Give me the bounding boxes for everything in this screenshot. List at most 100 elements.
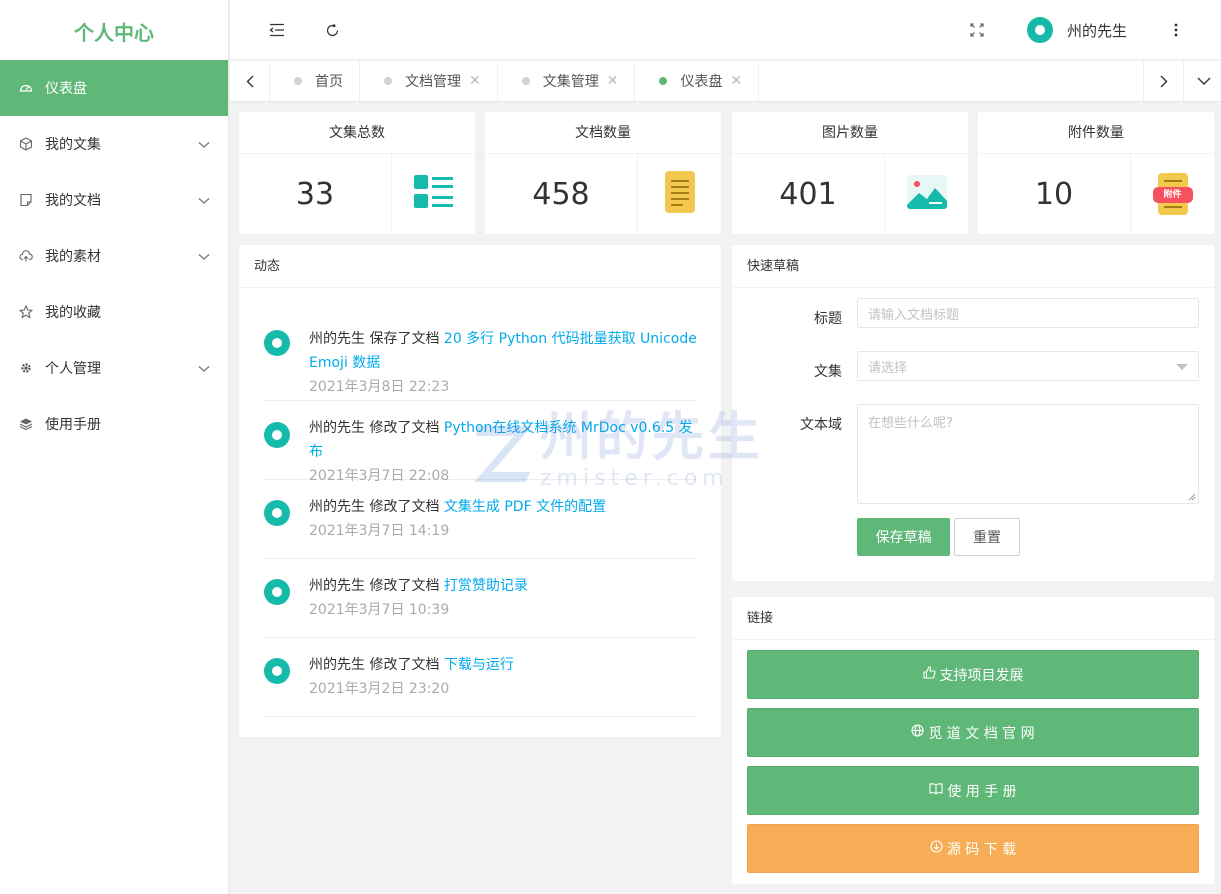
tabs-menu-chevron-down-icon[interactable] bbox=[1183, 61, 1221, 101]
textarea-placeholder: 在想些什么呢? bbox=[868, 416, 953, 431]
download-icon bbox=[930, 840, 943, 857]
activity-time: 2021年3月7日 14:19 bbox=[309, 523, 450, 539]
stat-value: 458 bbox=[532, 176, 590, 212]
gear-icon bbox=[19, 361, 33, 375]
link-label: 使 用 手 册 bbox=[947, 783, 1017, 800]
stat-card-documents: 文档数量 458 bbox=[485, 112, 721, 234]
resize-handle-icon[interactable] bbox=[1188, 493, 1196, 501]
list-item: 州的先生 修改了文档 下载与运行 2021年3月2日 23:20 bbox=[264, 638, 697, 717]
tab-home[interactable]: 首页 bbox=[269, 61, 360, 101]
fullscreen-icon[interactable] bbox=[967, 20, 987, 40]
user-name: 州的先生 bbox=[1067, 21, 1128, 40]
attachment-icon: 附件 bbox=[1152, 173, 1193, 215]
sidebar-item-personal[interactable]: 个人管理 bbox=[0, 340, 228, 396]
refresh-icon[interactable] bbox=[322, 20, 342, 40]
sidebar-item-dashboard[interactable]: 仪表盘 bbox=[0, 60, 228, 116]
activity-link[interactable]: 20 多行 Python 代码批量获取 Unicode Emoji 数据 bbox=[309, 331, 697, 371]
activity-title: 动态 bbox=[239, 245, 721, 288]
avatar bbox=[264, 500, 290, 526]
reset-button[interactable]: 重置 bbox=[954, 518, 1020, 556]
layers-icon bbox=[19, 417, 33, 431]
stat-value: 10 bbox=[1034, 176, 1074, 212]
tab-dashboard[interactable]: 仪表盘 ✕ bbox=[634, 61, 760, 101]
cloud-upload-icon bbox=[19, 249, 33, 263]
sidebar-item-label: 我的文档 bbox=[45, 193, 101, 209]
close-icon[interactable]: ✕ bbox=[607, 73, 619, 89]
sidebar-item-documents[interactable]: 我的文档 bbox=[0, 172, 228, 228]
attachment-badge: 附件 bbox=[1163, 190, 1182, 200]
official-site-button[interactable]: 觅 道 文 档 官 网 bbox=[747, 708, 1199, 757]
close-icon[interactable]: ✕ bbox=[730, 73, 742, 89]
user-menu[interactable]: 州的先生 bbox=[1027, 17, 1127, 43]
sidebar-item-label: 个人管理 bbox=[45, 361, 101, 377]
title-input[interactable]: 请输入文档标题 bbox=[857, 298, 1199, 328]
avatar bbox=[264, 658, 290, 684]
quick-draft-panel: 快速草稿 标题 请输入文档标题 文集 请选择 文本域 在想些什么呢? 保存草稿 … bbox=[732, 245, 1214, 581]
activity-action: 修改了文档 bbox=[369, 578, 440, 594]
stat-title: 图片数量 bbox=[732, 112, 968, 154]
caret-down-icon bbox=[1176, 364, 1188, 370]
activity-user: 州的先生 bbox=[309, 657, 365, 673]
star-icon bbox=[19, 305, 33, 319]
list-item: 州的先生 修改了文档 打赏赞助记录 2021年3月7日 10:39 bbox=[264, 559, 697, 638]
logo: 个人中心 bbox=[74, 21, 154, 45]
tab-dot bbox=[294, 77, 302, 85]
sidebar-item-label: 使用手册 bbox=[45, 417, 101, 433]
quick-draft-title: 快速草稿 bbox=[732, 245, 1214, 288]
activity-link[interactable]: 打赏赞助记录 bbox=[444, 578, 528, 594]
stat-title: 文档数量 bbox=[485, 112, 721, 154]
close-icon[interactable]: ✕ bbox=[469, 73, 481, 89]
tab-collection-management[interactable]: 文集管理 ✕ bbox=[496, 61, 636, 101]
sidebar-item-manual[interactable]: 使用手册 bbox=[0, 396, 228, 452]
tab-label: 仪表盘 bbox=[680, 74, 723, 90]
activity-link[interactable]: 文集生成 PDF 文件的配置 bbox=[444, 499, 606, 515]
source-download-button[interactable]: 源 码 下 载 bbox=[747, 824, 1199, 873]
chevron-down-icon bbox=[198, 137, 210, 153]
tab-list: 首页 文档管理 ✕ 文集管理 ✕ 仪表盘 ✕ bbox=[269, 61, 760, 101]
tab-label: 文集管理 bbox=[542, 74, 599, 90]
textarea-label: 文本域 bbox=[800, 417, 842, 433]
activity-action: 保存了文档 bbox=[369, 331, 440, 347]
collection-select[interactable]: 请选择 bbox=[857, 351, 1199, 381]
stat-card-attachments: 附件数量 10 附件 bbox=[978, 112, 1214, 234]
avatar bbox=[264, 422, 290, 448]
note-icon bbox=[19, 193, 33, 207]
sidebar-item-favorites[interactable]: 我的收藏 bbox=[0, 284, 228, 340]
tab-label: 首页 bbox=[315, 74, 343, 90]
tab-dot bbox=[521, 77, 530, 85]
activity-time: 2021年3月2日 23:20 bbox=[309, 681, 450, 697]
more-vertical-icon[interactable] bbox=[1166, 20, 1186, 40]
stat-title: 文集总数 bbox=[239, 112, 475, 154]
collapse-menu-icon[interactable] bbox=[267, 20, 287, 40]
activity-action: 修改了文档 bbox=[369, 420, 440, 436]
title-placeholder: 请输入文档标题 bbox=[868, 307, 960, 323]
stat-card-images: 图片数量 401 bbox=[732, 112, 968, 234]
list-item: 州的先生 修改了文档 Python在线文档系统 MrDoc v0.6.5 发布 2… bbox=[264, 401, 697, 484]
title-label: 标题 bbox=[814, 311, 842, 327]
activity-user: 州的先生 bbox=[309, 499, 365, 515]
list-icon bbox=[413, 175, 454, 213]
tabs-scroll-left-icon[interactable] bbox=[230, 61, 270, 101]
dashboard-icon bbox=[19, 81, 33, 95]
activity-time: 2021年3月8日 22:23 bbox=[309, 379, 450, 395]
image-icon bbox=[906, 175, 947, 213]
activity-link[interactable]: 下载与运行 bbox=[444, 657, 514, 673]
avatar bbox=[264, 579, 290, 605]
sidebar-item-label: 我的素材 bbox=[45, 249, 101, 265]
tabs-scroll-right-icon[interactable] bbox=[1143, 61, 1183, 101]
thumbs-up-icon bbox=[922, 666, 936, 683]
stat-value: 33 bbox=[295, 176, 335, 212]
activity-time: 2021年3月7日 10:39 bbox=[309, 602, 450, 618]
activity-link[interactable]: Python在线文档系统 MrDoc v0.6.5 发布 bbox=[309, 420, 693, 460]
sidebar-item-materials[interactable]: 我的素材 bbox=[0, 228, 228, 284]
tab-dot bbox=[659, 77, 668, 85]
top-header: 州的先生 bbox=[230, 0, 1221, 60]
tab-document-management[interactable]: 文档管理 ✕ bbox=[359, 61, 498, 101]
content-textarea[interactable]: 在想些什么呢? bbox=[857, 404, 1199, 504]
sidebar-item-label: 我的文集 bbox=[45, 137, 101, 153]
user-manual-button[interactable]: 使 用 手 册 bbox=[747, 766, 1199, 815]
activity-user: 州的先生 bbox=[309, 578, 365, 594]
support-project-button[interactable]: 支持项目发展 bbox=[747, 650, 1199, 699]
save-draft-button[interactable]: 保存草稿 bbox=[857, 518, 950, 556]
sidebar-item-collections[interactable]: 我的文集 bbox=[0, 116, 228, 172]
